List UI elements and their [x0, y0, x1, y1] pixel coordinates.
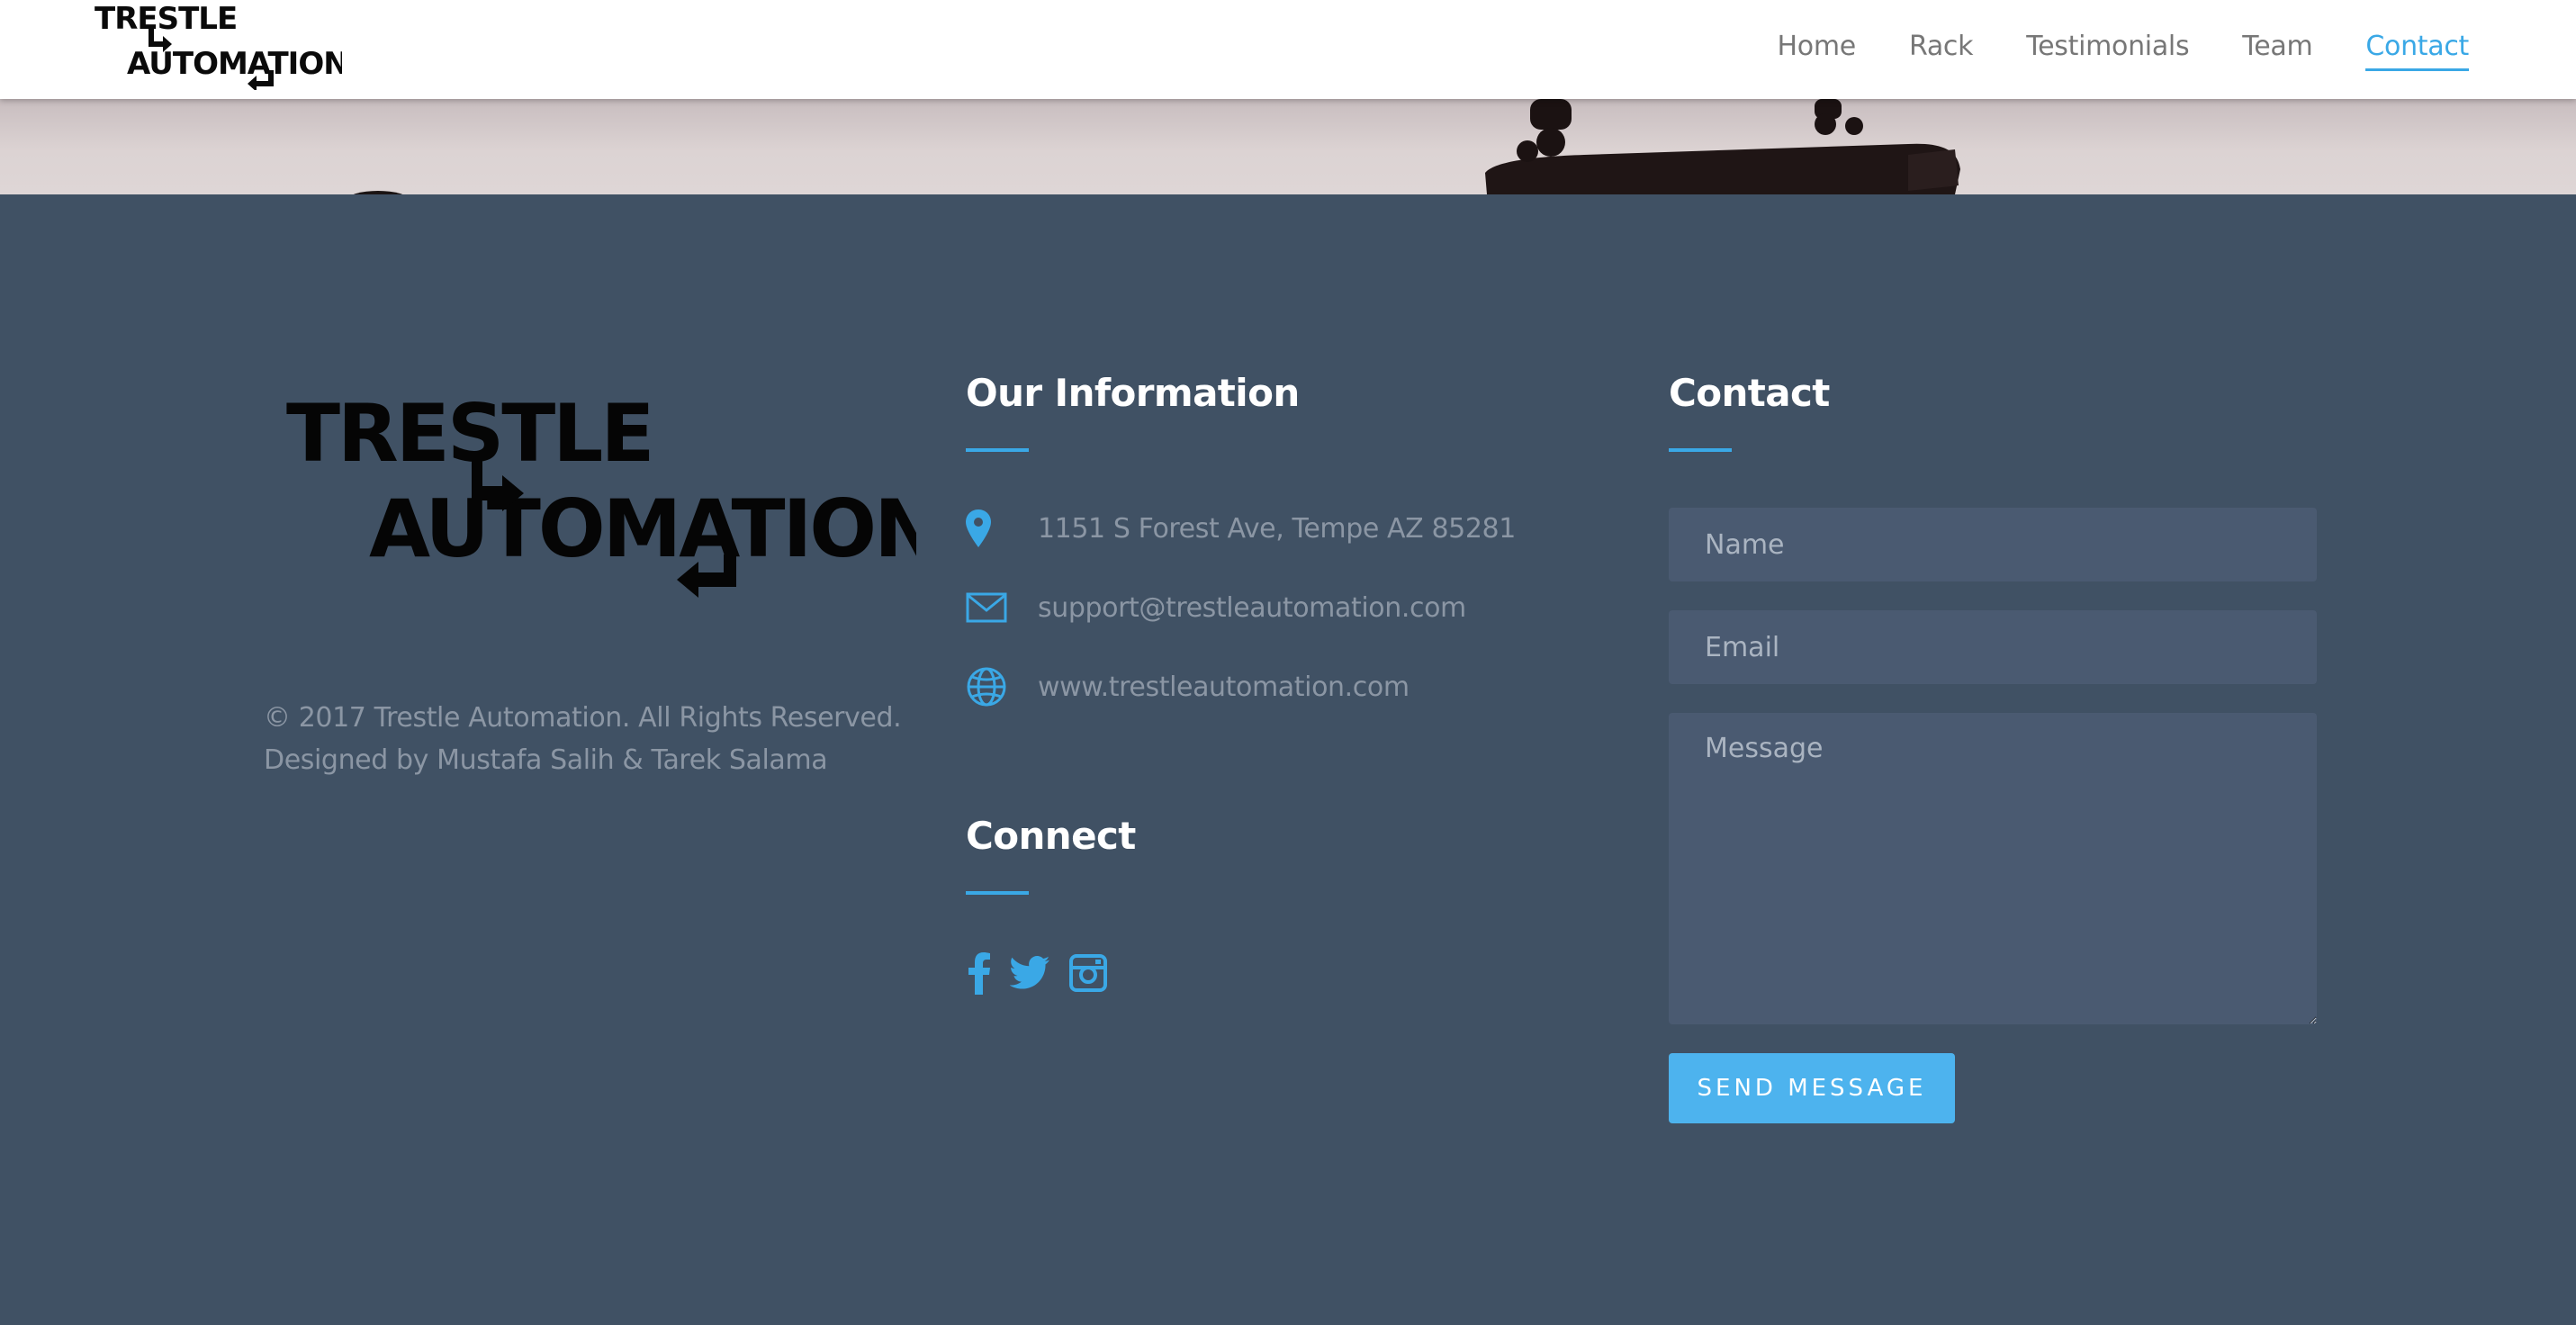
nav-link-team[interactable]: Team [2242, 31, 2312, 62]
footer-logo-line1: TRESTLE [286, 392, 653, 480]
map-pin-icon [966, 507, 1009, 550]
credits-text: Designed by Mustafa Salih & Tarek Salama [264, 744, 828, 776]
contact-title-underline [1669, 448, 1732, 452]
message-textarea[interactable] [1669, 713, 2317, 1024]
our-information-title: Our Information [966, 371, 1300, 415]
website-row: www.trestleautomation.com [966, 664, 1410, 709]
website-link[interactable]: www.trestleautomation.com [1038, 672, 1410, 703]
nav-logo[interactable]: TRESTLE AUTOMATION [95, 0, 342, 90]
hero-photo-silhouette [353, 99, 1960, 194]
nav-links: Home Rack Testimonials Team Contact [1725, 0, 2469, 92]
email-link[interactable]: support@trestleautomation.com [1038, 592, 1466, 624]
facebook-icon[interactable] [966, 951, 993, 996]
copyright-block: © 2017 Trestle Automation. All Rights Re… [264, 697, 912, 781]
nav-link-contact[interactable]: Contact [2365, 31, 2469, 71]
contact-title: Contact [1669, 371, 1830, 415]
nav-link-testimonials[interactable]: Testimonials [2026, 31, 2189, 62]
social-links [966, 951, 1126, 996]
nav-link-rack[interactable]: Rack [1909, 31, 1974, 62]
globe-icon [966, 665, 1009, 708]
envelope-icon [966, 586, 1009, 629]
copyright-text: © 2017 Trestle Automation. All Rights Re… [264, 702, 902, 734]
address-row: 1151 S Forest Ave, Tempe AZ 85281 [966, 506, 1516, 551]
email-input[interactable] [1669, 610, 2317, 684]
nav-link-home[interactable]: Home [1778, 31, 1857, 62]
send-message-button[interactable]: SEND MESSAGE [1669, 1053, 1955, 1123]
top-navbar: TRESTLE AUTOMATION Home Rack Testimonial… [0, 0, 2576, 99]
connect-title-underline [966, 891, 1029, 895]
footer: TRESTLE AUTOMATION © 2017 Trestle Automa… [0, 194, 2576, 1325]
our-information-title-underline [966, 448, 1029, 452]
twitter-icon[interactable] [1009, 951, 1050, 996]
nav-logo-line1: TRESTLE [95, 1, 237, 37]
name-input[interactable] [1669, 508, 2317, 581]
hero-image [0, 99, 2576, 194]
address-text: 1151 S Forest Ave, Tempe AZ 85281 [1038, 512, 1516, 545]
nav-logo-line2: AUTOMATION [127, 46, 342, 82]
footer-logo: TRESTLE AUTOMATION [286, 392, 916, 598]
instagram-icon[interactable] [1067, 951, 1110, 996]
email-row: support@trestleautomation.com [966, 585, 1466, 630]
footer-logo-line2: AUTOMATION [369, 482, 916, 575]
connect-title: Connect [966, 814, 1136, 858]
